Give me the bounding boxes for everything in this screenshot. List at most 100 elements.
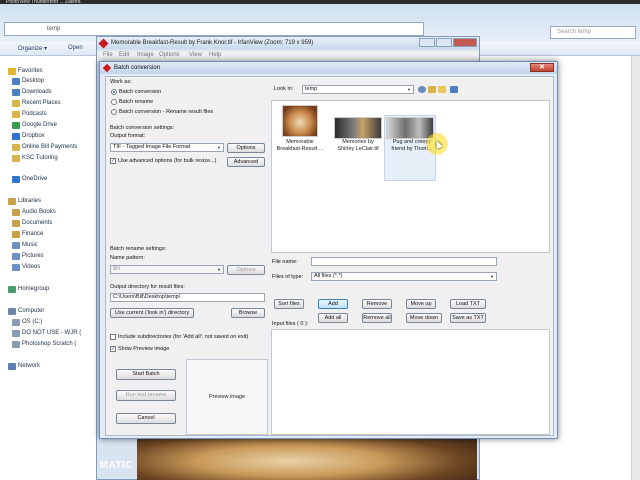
save-as-txt-button[interactable]: Save as TXT bbox=[450, 313, 486, 323]
file-type-select[interactable]: All files (*.*) ▼ bbox=[311, 272, 497, 281]
radio-batch-conversion-label[interactable]: Batch conversion bbox=[119, 89, 161, 95]
explorer-address-bar[interactable]: temp bbox=[4, 22, 424, 36]
browse-button[interactable]: Browse bbox=[231, 308, 265, 318]
thumbnail-caption: Memories by bbox=[342, 139, 374, 145]
start-batch-button[interactable]: Start Batch bbox=[116, 369, 176, 380]
advanced-options-checkbox[interactable]: ✓ bbox=[110, 158, 116, 164]
chevron-down-icon: ▼ bbox=[407, 87, 411, 92]
file-browser-pane: Memorable Breakfast-Result ... Memories … bbox=[271, 100, 550, 253]
organize-menu[interactable]: Organize ▾ bbox=[18, 45, 47, 52]
nav-documents[interactable]: Documents bbox=[22, 220, 52, 226]
back-icon[interactable] bbox=[418, 86, 426, 93]
new-folder-icon[interactable] bbox=[438, 86, 446, 93]
nav-pictures[interactable]: Pictures bbox=[22, 253, 44, 259]
nav-onedrive[interactable]: OneDrive bbox=[22, 176, 47, 182]
radio-conversion-rename[interactable] bbox=[111, 109, 117, 115]
use-current-dir-button[interactable]: Use current ('look in') directory bbox=[110, 308, 194, 318]
output-format-select[interactable]: TIF - Tagged Image File Format ▼ bbox=[110, 143, 224, 152]
irfanview-title: Memorable Breakfast-Result by Frank Knor… bbox=[111, 40, 314, 46]
show-preview-label[interactable]: Show Preview image bbox=[118, 346, 169, 352]
music-icon bbox=[12, 242, 20, 249]
output-dir-label: Output directory for result files: bbox=[110, 284, 185, 290]
explorer-scrollbar[interactable] bbox=[631, 56, 640, 480]
explorer-search-input[interactable]: Search temp bbox=[550, 26, 636, 39]
irfanview-logo-icon bbox=[102, 63, 112, 73]
menu-image[interactable]: Image bbox=[137, 52, 154, 58]
close-button[interactable] bbox=[453, 38, 477, 47]
advanced-options-label[interactable]: Use advanced options (for bulk resize...… bbox=[118, 158, 216, 164]
move-down-button[interactable]: Move down bbox=[406, 313, 442, 323]
preview-image-label: Preview image bbox=[208, 394, 246, 400]
run-test-rename-button[interactable]: Run test rename bbox=[116, 390, 176, 401]
rename-options-button[interactable]: Options bbox=[227, 265, 265, 275]
nav-finance[interactable]: Finance bbox=[22, 231, 43, 237]
menu-file[interactable]: File bbox=[103, 52, 113, 58]
nav-computer[interactable]: Computer bbox=[18, 308, 44, 314]
menu-view[interactable]: View bbox=[189, 52, 202, 58]
maximize-button[interactable] bbox=[436, 38, 452, 47]
nav-drive-photoshop[interactable]: Photoshop Scratch ( bbox=[22, 341, 76, 347]
irfanview-titlebar: Memorable Breakfast-Result by Frank Knor… bbox=[97, 37, 479, 49]
up-folder-icon[interactable] bbox=[428, 86, 436, 93]
radio-batch-rename[interactable] bbox=[111, 99, 117, 105]
downloads-icon bbox=[12, 89, 20, 96]
menu-edit[interactable]: Edit bbox=[119, 52, 129, 58]
look-in-select[interactable]: temp ▼ bbox=[302, 85, 414, 94]
file-type-value: All files (*.*) bbox=[314, 273, 343, 279]
menu-options[interactable]: Options bbox=[159, 52, 180, 58]
nav-audio-books[interactable]: Audio Books bbox=[22, 209, 56, 215]
radio-batch-rename-label[interactable]: Batch rename bbox=[119, 99, 153, 105]
nav-favorites[interactable]: Favorites bbox=[18, 68, 43, 74]
thumbnail-image[interactable] bbox=[386, 117, 434, 139]
chevron-down-icon: ▼ bbox=[490, 274, 494, 279]
nav-downloads[interactable]: Downloads bbox=[22, 89, 52, 95]
include-subdirs-checkbox[interactable] bbox=[110, 334, 116, 340]
nav-dropbox[interactable]: Dropbox bbox=[22, 133, 45, 139]
nav-ksc-tutoring[interactable]: KSC Tutoring bbox=[22, 155, 58, 161]
radio-conversion-rename-label[interactable]: Batch conversion - Rename result files bbox=[119, 109, 213, 115]
view-menu-icon[interactable] bbox=[450, 86, 458, 93]
thumbnail-caption: Breakfast-Result ... bbox=[276, 146, 324, 152]
nav-google-drive[interactable]: Google Drive bbox=[22, 122, 57, 128]
add-all-button[interactable]: Add all bbox=[318, 313, 348, 323]
remove-button[interactable]: Remove bbox=[362, 299, 392, 309]
show-preview-checkbox[interactable]: ✓ bbox=[110, 346, 116, 352]
look-in-value: temp bbox=[305, 86, 318, 92]
libraries-icon bbox=[8, 198, 16, 205]
nav-homegroup[interactable]: Homegroup bbox=[18, 286, 49, 292]
nav-libraries[interactable]: Libraries bbox=[18, 198, 41, 204]
remove-all-button[interactable]: Remove all bbox=[362, 313, 392, 323]
radio-batch-conversion[interactable] bbox=[111, 89, 117, 95]
minimize-button[interactable] bbox=[419, 38, 435, 47]
name-pattern-input[interactable]: $N ▼ bbox=[110, 265, 224, 274]
include-subdirs-label[interactable]: Include subdirectories (for 'Add all'; n… bbox=[118, 334, 248, 340]
dialog-close-button[interactable]: ✕ bbox=[530, 63, 554, 72]
open-button[interactable]: Open bbox=[68, 45, 83, 51]
add-button[interactable]: Add bbox=[318, 299, 348, 309]
format-options-button[interactable]: Options bbox=[227, 143, 265, 153]
nav-music[interactable]: Music bbox=[22, 242, 38, 248]
nav-videos[interactable]: Videos bbox=[22, 264, 40, 270]
nav-network[interactable]: Network bbox=[18, 363, 40, 369]
sort-files-button[interactable]: Sort files bbox=[274, 299, 304, 309]
file-type-label: Files of type: bbox=[272, 274, 304, 280]
nav-recent-places[interactable]: Recent Places bbox=[22, 100, 61, 106]
load-txt-button[interactable]: Load TXT bbox=[450, 299, 486, 309]
thumbnail-image[interactable] bbox=[282, 105, 318, 137]
cancel-button[interactable]: Cancel bbox=[116, 413, 176, 424]
nav-online-bill-payments[interactable]: Online Bill Payments bbox=[22, 144, 77, 150]
output-dir-input[interactable]: C:\Users\Bill\Desktop\temp\ bbox=[110, 293, 265, 302]
nav-drive-c[interactable]: OS (C:) bbox=[22, 319, 42, 325]
thumbnail-caption: Shirley LeClair.tif bbox=[337, 146, 379, 152]
file-name-input[interactable] bbox=[311, 257, 497, 266]
network-icon bbox=[8, 363, 16, 370]
thumbnail-image[interactable] bbox=[334, 117, 382, 139]
move-up-button[interactable]: Move up bbox=[406, 299, 436, 309]
nav-drive-wjr[interactable]: DO NOT USE - WJR ( bbox=[22, 330, 81, 336]
nav-podcasts[interactable]: Podcasts bbox=[22, 111, 47, 117]
input-files-list[interactable] bbox=[271, 329, 550, 435]
nav-desktop[interactable]: Desktop bbox=[22, 78, 44, 84]
advanced-button[interactable]: Advanced bbox=[227, 157, 265, 167]
menu-help[interactable]: Help bbox=[209, 52, 221, 58]
name-pattern-value: $N bbox=[113, 266, 121, 272]
